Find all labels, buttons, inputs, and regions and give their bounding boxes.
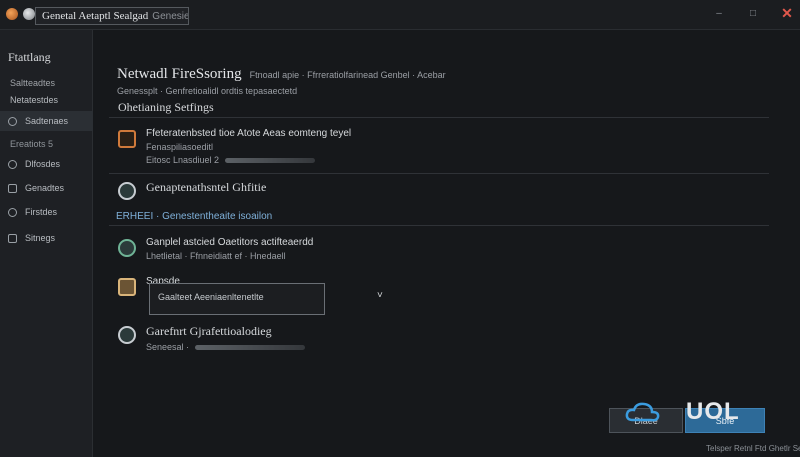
page-title-sub: Ftnoadl apie · Ffrreratiolfarinead Genbe… xyxy=(249,70,446,80)
device-icon xyxy=(8,183,17,193)
security-icon xyxy=(118,239,136,257)
sidebar-item-label: Firstdes xyxy=(25,207,58,217)
row-title: Ffeteratenbsted tioe Atote Aeas eomteng … xyxy=(146,128,352,139)
sidebar-item-network[interactable]: Sadtenaes xyxy=(0,111,93,131)
sidebar-title: Ftattlang xyxy=(8,50,51,64)
sidebar-item-label: Dlfosdes xyxy=(25,159,61,169)
sidebar-subtitle: Saltteadtes xyxy=(10,78,56,88)
row-title: Garefnrt Gjrafettioalodieg xyxy=(146,324,272,338)
section-title: Ohetianing Setfings xyxy=(118,100,214,114)
sidebar-subtitle-2: Netatestdes xyxy=(10,95,59,105)
group-label: ERHEEI · Genestentheaite isoailon xyxy=(116,211,273,222)
row-desc: Seneesal · xyxy=(146,342,306,352)
app-profile-icon[interactable] xyxy=(23,8,35,20)
protection-row[interactable]: Genaptenathsntel Ghfitie xyxy=(118,180,266,200)
title-bar: Genetal Aetaptl SealgadGenesiels – □ ✕ xyxy=(0,0,800,30)
sidebar-item-settings[interactable]: Sitnegs xyxy=(0,228,93,248)
gear-icon xyxy=(118,326,136,344)
row-desc: Fenaspiliasoeditl xyxy=(146,142,214,152)
firewall-icon xyxy=(118,130,136,148)
sidebar-item-devices[interactable]: Genadtes xyxy=(0,178,93,198)
row-title: Genaptenathsntel Ghfitie xyxy=(146,180,267,194)
main-panel: Netwadl FireSsoring Ftnoadl apie · Ffrrer… xyxy=(94,30,800,457)
firewall-row[interactable]: Ffeteratenbsted tioe Atote Aeas eomteng … xyxy=(118,128,351,165)
row-title: Ganplel astcied Oaetitors actifteaerdd xyxy=(146,237,314,248)
minimize-button[interactable]: – xyxy=(712,8,726,19)
close-button[interactable]: ✕ xyxy=(780,5,794,22)
sidebar-item-label: Genadtes xyxy=(25,183,65,193)
app-logo-icon[interactable] xyxy=(6,8,18,20)
page-title: Netwadl FireSsoring Ftnoadl apie · Ffrrer… xyxy=(117,66,446,83)
globe-icon xyxy=(8,207,17,217)
cloud-icon xyxy=(625,402,660,422)
divider xyxy=(109,173,769,174)
maximize-button[interactable]: □ xyxy=(746,8,760,19)
sidebar-item-label: Sadtenaes xyxy=(25,116,69,126)
divider xyxy=(109,117,769,118)
window-subtitle: Genesiels xyxy=(152,11,189,22)
settings-icon xyxy=(8,233,17,243)
window-title-box: Genetal Aetaptl SealgadGenesiels xyxy=(35,7,189,25)
sidebar-section-label: Ereatiots 5 xyxy=(10,139,54,149)
brand-logo: UOL xyxy=(686,398,740,425)
window-controls: – □ ✕ xyxy=(712,5,794,22)
divider xyxy=(109,225,769,226)
protection-icon xyxy=(118,182,136,200)
chevron-down-icon[interactable]: ˅ xyxy=(377,290,383,301)
page-description: Genessplt · Genfretioalidl ordtis tepasa… xyxy=(117,86,298,96)
page-title-text: Netwadl FireSsoring xyxy=(117,66,242,82)
network-icon xyxy=(8,116,17,126)
row-desc-2: Eitosc Lnasdiuel 2 xyxy=(146,155,351,165)
sidebar-item-firewall[interactable]: Firstdes xyxy=(0,202,93,222)
sidebar-item-label: Sitnegs xyxy=(25,233,56,243)
footer-note: Telsper Retnl Ftd Ghetlr Senli xyxy=(706,444,800,453)
config-row[interactable]: Garefnrt Gjrafettioalodieg Seneesal · xyxy=(118,324,306,352)
row-desc: Lhetlietal · Ffnneidiatt ef · Hnedaell xyxy=(146,251,286,261)
shield-icon xyxy=(8,159,17,169)
window-title: Genetal Aetaptl Sealgad xyxy=(42,10,149,22)
security-row[interactable]: Ganplel astcied Oaetitors actifteaerdd L… xyxy=(118,237,313,261)
sidebar: Ftattlang Saltteadtes Netatestdes Sadten… xyxy=(0,30,93,457)
profile-select[interactable]: Gaalteet Aeeniaenltenetlte xyxy=(149,283,325,315)
sidebar-item-defense[interactable]: Dlfosdes xyxy=(0,154,93,174)
app-icons xyxy=(6,8,35,20)
profile-icon xyxy=(118,278,136,296)
